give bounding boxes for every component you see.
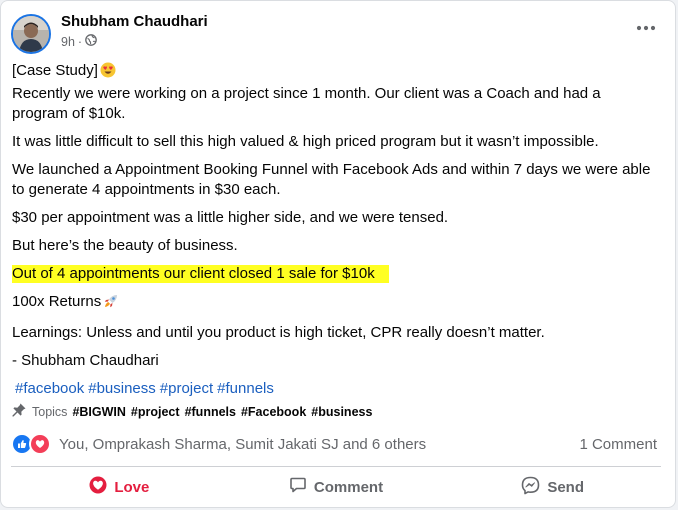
author-name[interactable]: Shubham Chaudhari [61, 13, 208, 30]
love-reaction-icon [29, 433, 51, 455]
comment-label: Comment [313, 478, 384, 496]
hashtag-link[interactable]: #business [88, 380, 156, 397]
more-options-icon[interactable] [633, 18, 659, 38]
returns-text: 100x Returns [12, 293, 102, 310]
comment-icon [289, 476, 307, 498]
topic-tag[interactable]: #Facebook [241, 405, 306, 419]
post-body: [Case Study] Recently we were working on… [12, 61, 657, 399]
reactions-bar: You, Omprakash Sharma, Sumit Jakati SJ a… [11, 432, 657, 456]
meta-separator: · [77, 34, 83, 49]
post-paragraph-2: It was little difficult to sell this hig… [12, 133, 599, 150]
globe-icon [85, 34, 97, 49]
hashtag-list: #facebook #business #project #funnels [12, 379, 657, 399]
post-paragraph-6: 100x Returns [12, 292, 657, 315]
post-paragraph-1: Recently we were working on a project si… [12, 85, 601, 122]
post-line-1: [Case Study] [12, 61, 657, 84]
topic-tag[interactable]: #project [131, 405, 180, 419]
topics-label: Topics [32, 404, 68, 419]
post-paragraph-5: But here’s the beauty of business. [12, 237, 238, 254]
post-time[interactable]: 9h [61, 35, 75, 49]
post-signature: - Shubham Chaudhari [12, 352, 159, 369]
post-paragraph-4: $30 per appointment was a little higher … [12, 209, 449, 226]
post-highlight-paragraph: Out of 4 appointments our client closed … [12, 264, 657, 284]
love-button[interactable]: Love [11, 471, 228, 503]
hashtag-link[interactable]: #project [160, 380, 213, 397]
post-meta: 9h · [61, 34, 97, 49]
highlighted-text: Out of 4 appointments our client closed … [12, 265, 389, 283]
post-paragraph-3: We launched a Appointment Booking Funnel… [12, 161, 651, 198]
heart-eyes-emoji-icon [100, 62, 116, 84]
post-paragraph-7: Learnings: Unless and until you product … [12, 324, 545, 341]
topic-tag[interactable]: #BIGWIN [72, 405, 125, 419]
action-bar: Love Comment Send [11, 471, 661, 503]
love-icon [89, 476, 107, 498]
comment-button[interactable]: Comment [228, 471, 445, 503]
avatar[interactable] [11, 14, 51, 54]
send-label: Send [547, 478, 585, 496]
topic-tag[interactable]: #funnels [185, 405, 236, 419]
topics-row: Topics #BIGWIN #project #funnels #Facebo… [11, 402, 372, 421]
rocket-emoji-icon [103, 293, 119, 315]
post-card: Shubham Chaudhari 9h · [Case Study] Rece… [0, 0, 676, 508]
hashtag-link[interactable]: #funnels [217, 380, 274, 397]
send-button[interactable]: Send [444, 471, 661, 503]
reaction-icons[interactable] [11, 433, 51, 455]
divider [11, 466, 661, 467]
post-header: Shubham Chaudhari 9h · [11, 10, 665, 54]
pin-icon [11, 402, 27, 421]
love-label: Love [114, 478, 150, 496]
messenger-icon [521, 476, 540, 499]
reactions-summary[interactable]: You, Omprakash Sharma, Sumit Jakati SJ a… [59, 436, 426, 453]
topic-tag[interactable]: #business [311, 405, 372, 419]
case-study-label: [Case Study] [12, 62, 98, 79]
avatar-image [13, 16, 49, 52]
hashtag-link[interactable]: #facebook [15, 380, 84, 397]
comment-count[interactable]: 1 Comment [579, 436, 657, 453]
